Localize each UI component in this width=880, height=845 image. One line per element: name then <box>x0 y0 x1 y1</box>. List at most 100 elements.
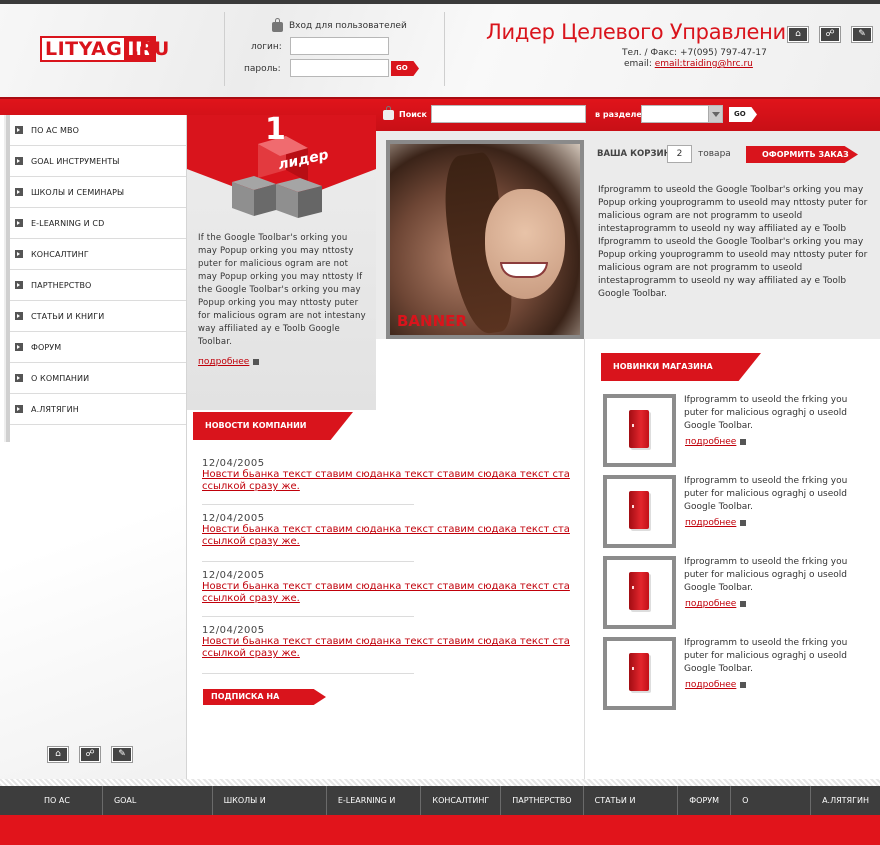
banner[interactable]: BANNER <box>386 140 584 339</box>
footer-item[interactable]: ШКОЛЫ И СЕМИНАРЫ <box>213 786 327 834</box>
footer-item[interactable]: А.ЛЯТЯГИН <box>811 786 880 815</box>
sidebar-item[interactable]: О КОМПАНИИ <box>10 363 186 394</box>
left-column-bottom <box>0 442 186 785</box>
search-lock-icon <box>383 106 394 120</box>
home-icon[interactable]: ⌂ <box>787 26 809 43</box>
search-input[interactable] <box>431 105 586 123</box>
leader-number: 1 <box>265 112 286 147</box>
footer-item[interactable]: КОНСАЛТИНГ <box>421 786 502 815</box>
news-link[interactable]: Новсти бьанка текст ставим сюданка текст… <box>202 469 577 481</box>
footer-item[interactable]: ФОРУМ <box>678 786 732 815</box>
email-link[interactable]: email:traiding@hrc.ru <box>655 59 753 69</box>
login-go-button[interactable]: GO <box>391 61 419 76</box>
footer-nav: ПО АС МВО GOAL ИНСТРУМЕНТЫ ШКОЛЫ И СЕМИН… <box>0 786 880 834</box>
sidebar-item[interactable]: А.ЛЯТЯГИН <box>10 394 186 425</box>
logo-suffix: .RU <box>132 38 170 60</box>
sidebar-item[interactable]: КОНСАЛТИНГ <box>10 239 186 270</box>
footer-item[interactable]: СТАТЬИ И КНИГИ <box>584 786 679 834</box>
product-image[interactable] <box>603 556 676 629</box>
news-divider <box>202 561 414 562</box>
leader-text: If the Google Toolbar's orking you may P… <box>198 233 366 347</box>
news-date: 12/04/2005 <box>202 458 265 469</box>
banner-label: BANNER <box>397 312 467 330</box>
news-link[interactable]: ссылкой сразу же. <box>202 593 577 605</box>
arrow-icon <box>15 188 23 196</box>
product-text: Ifprogramm to useold the frking you pute… <box>684 638 848 674</box>
chevron-down-icon <box>708 106 722 122</box>
arrow-icon <box>740 681 747 688</box>
arrow-icon <box>15 312 23 320</box>
news-title: НОВОСТИ КОМПАНИИ <box>193 412 353 440</box>
mail-icon[interactable]: ✎ <box>111 746 133 763</box>
sitemap-icon[interactable]: ☍ <box>79 746 101 763</box>
cart-word: товара <box>698 149 731 159</box>
news-link[interactable]: Новсти бьанка текст ставим сюданка текст… <box>202 524 577 536</box>
sidebar-item[interactable]: СТАТЬИ И КНИГИ <box>10 301 186 332</box>
footer-item[interactable]: ПАРТНЕРСТВО <box>501 786 584 815</box>
arrow-icon <box>15 281 23 289</box>
product-more-link[interactable]: подробнее <box>685 437 736 447</box>
search-label: Поиск <box>399 110 427 119</box>
product-more-link[interactable]: подробнее <box>685 680 736 690</box>
password-input[interactable] <box>290 59 389 77</box>
footer-red-bar <box>0 815 880 845</box>
footer-item[interactable]: ПО АС МВО <box>33 786 103 834</box>
sidebar-item[interactable]: ПО АС МВО <box>10 115 186 146</box>
section-label: в разделе <box>595 110 642 119</box>
intro-text: Ifprogramm to useold the Google Toolbar'… <box>598 185 868 299</box>
news-link[interactable]: ссылкой сразу же. <box>202 648 577 660</box>
sidebar-item[interactable]: ШКОЛЫ И СЕМИНАРЫ <box>10 177 186 208</box>
product-text: Ifprogramm to useold the frking you pute… <box>684 395 848 431</box>
search-go-button[interactable]: GO <box>729 107 757 122</box>
product-image[interactable] <box>603 394 676 467</box>
footer-item[interactable]: О КОМПАНИИ <box>731 786 812 834</box>
sidebar-item[interactable]: ПАРТНЕРСТВО <box>10 270 186 301</box>
news-link[interactable]: Новсти бьанка текст ставим сюданка текст… <box>202 636 577 648</box>
book-image <box>629 572 649 610</box>
news-date: 12/04/2005 <box>202 625 265 636</box>
logo-part1: LITYAG <box>42 38 125 60</box>
footer-item[interactable]: E-LEARNING И CD <box>327 786 422 834</box>
sitemap-icon[interactable]: ☍ <box>819 26 841 43</box>
footer-item[interactable]: GOAL ИНСТРУМЕНТЫ <box>103 786 213 834</box>
subscribe-button[interactable]: ПОДПИСКА НА НОВОСТИ <box>203 689 326 705</box>
news-date: 12/04/2005 <box>202 513 265 524</box>
arrow-icon <box>15 250 23 258</box>
cart-label: ВАША КОРЗИНА <box>597 149 678 159</box>
footer-stripe <box>0 779 880 786</box>
contact-phone: Тел. / Факс: +7(095) 797-47-17 <box>622 48 767 58</box>
news-item: 12/04/2005 Новсти бьанка текст ставим сю… <box>202 513 577 548</box>
sidebar-item[interactable]: ФОРУМ <box>10 332 186 363</box>
news-link[interactable]: ссылкой сразу же. <box>202 536 577 548</box>
login-label: логин: <box>251 42 282 52</box>
banner-photo-face <box>485 189 565 299</box>
shop-title: НОВИНКИ МАГАЗИНА <box>601 353 761 381</box>
news-divider <box>202 504 414 505</box>
sidebar-item[interactable]: GOAL ИНСТРУМЕНТЫ <box>10 146 186 177</box>
arrow-icon <box>15 126 23 134</box>
news-link[interactable]: Новсти бьанка текст ставим сюданка текст… <box>202 581 577 593</box>
product-image[interactable] <box>603 475 676 548</box>
login-input[interactable] <box>290 37 389 55</box>
book-image <box>629 653 649 691</box>
arrow-icon <box>15 219 23 227</box>
news-item: 12/04/2005 Новсти бьанка текст ставим сю… <box>202 570 577 605</box>
mail-icon[interactable]: ✎ <box>851 26 873 43</box>
login-title: Вход для пользователей <box>289 21 407 31</box>
section-select[interactable] <box>641 105 723 123</box>
header-divider <box>444 12 445 86</box>
arrow-icon <box>740 438 747 445</box>
news-item: 12/04/2005 Новсти бьанка текст ставим сю… <box>202 625 577 660</box>
sidebar-item[interactable]: E-LEARNING И CD <box>10 208 186 239</box>
product-more-link[interactable]: подробнее <box>685 518 736 528</box>
order-button[interactable]: ОФОРМИТЬ ЗАКАЗ <box>746 146 858 163</box>
news-link[interactable]: ссылкой сразу же. <box>202 481 577 493</box>
home-icon[interactable]: ⌂ <box>47 746 69 763</box>
product-text: Ifprogramm to useold the frking you pute… <box>684 557 848 593</box>
product-more-link[interactable]: подробнее <box>685 599 736 609</box>
product-image[interactable] <box>603 637 676 710</box>
book-image <box>629 410 649 448</box>
leader-more-link[interactable]: подробнее <box>198 357 249 367</box>
arrow-icon <box>15 405 23 413</box>
product-text: Ifprogramm to useold the frking you pute… <box>684 476 848 512</box>
